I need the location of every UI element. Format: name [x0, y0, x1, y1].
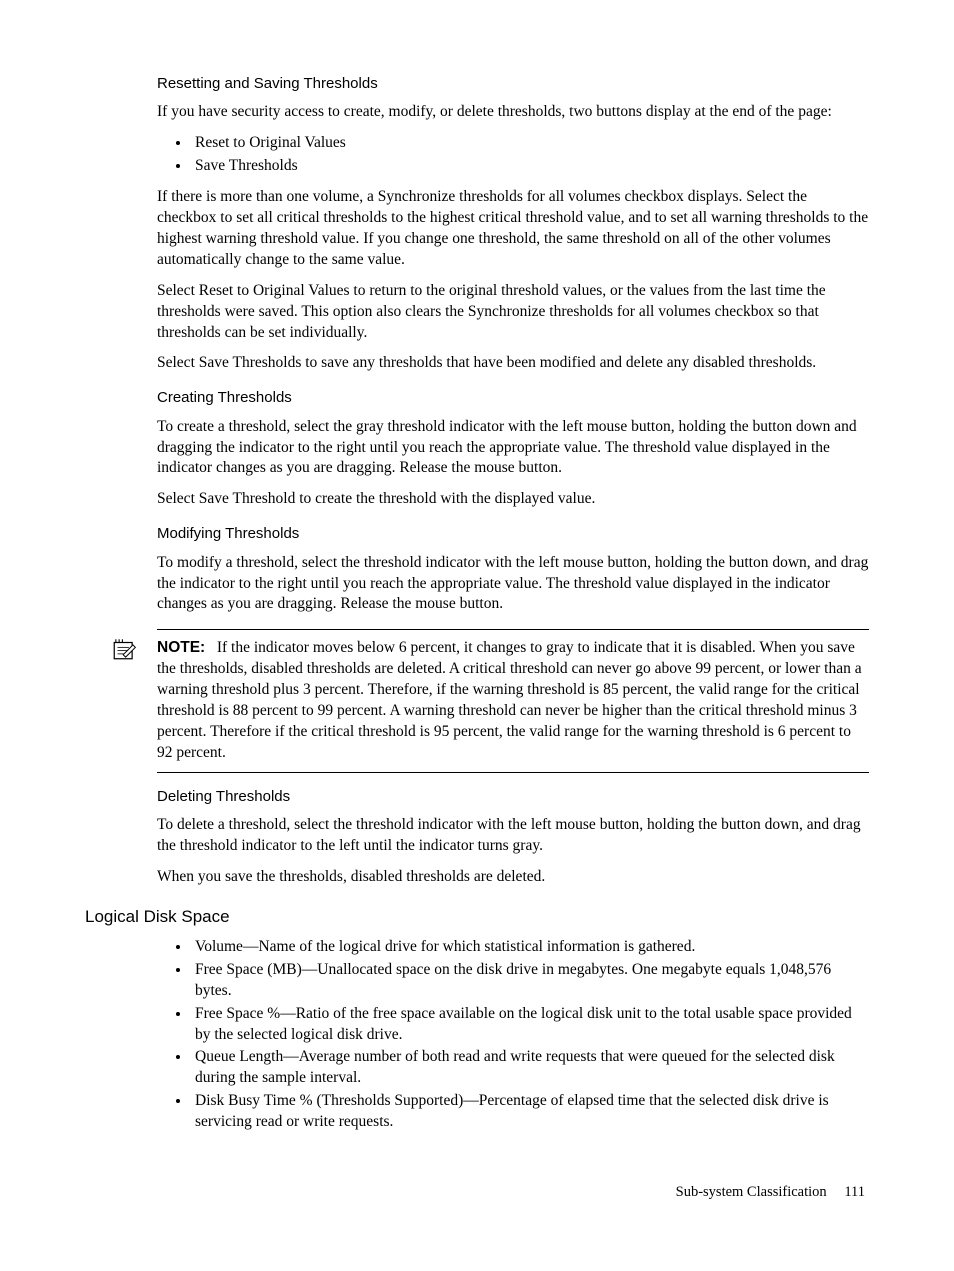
- footer-section: Sub-system Classification: [676, 1184, 827, 1200]
- para: When you save the thresholds, disabled t…: [157, 867, 869, 888]
- para: If there is more than one volume, a Sync…: [157, 187, 869, 271]
- heading-deleting: Deleting Thresholds: [157, 787, 869, 807]
- para: To modify a threshold, select the thresh…: [157, 553, 869, 616]
- list-item: Save Thresholds: [191, 156, 869, 177]
- para: Select Save Thresholds to save any thres…: [157, 353, 869, 374]
- note-body: If the indicator moves below 6 percent, …: [157, 639, 862, 761]
- para: To delete a threshold, select the thresh…: [157, 815, 869, 857]
- note-text: NOTE: If the indicator moves below 6 per…: [157, 638, 869, 764]
- heading-resetting-saving: Resetting and Saving Thresholds: [157, 74, 869, 94]
- list-item: Volume—Name of the logical drive for whi…: [191, 937, 869, 958]
- button-list: Reset to Original Values Save Thresholds: [157, 133, 869, 177]
- disk-space-list: Volume—Name of the logical drive for whi…: [157, 937, 869, 1133]
- note-pencil-icon: [111, 636, 137, 662]
- list-item: Queue Length—Average number of both read…: [191, 1047, 869, 1089]
- para: Select Save Threshold to create the thre…: [157, 489, 869, 510]
- para: To create a threshold, select the gray t…: [157, 417, 869, 480]
- list-item: Reset to Original Values: [191, 133, 869, 154]
- list-item: Free Space %—Ratio of the free space ava…: [191, 1004, 869, 1046]
- note-label: NOTE:: [157, 639, 205, 656]
- heading-modifying: Modifying Thresholds: [157, 524, 869, 544]
- note-block: NOTE: If the indicator moves below 6 per…: [157, 629, 869, 773]
- heading-creating: Creating Thresholds: [157, 388, 869, 408]
- para: If you have security access to create, m…: [157, 102, 869, 123]
- page-number: 111: [844, 1184, 865, 1200]
- heading-logical-disk-space: Logical Disk Space: [85, 906, 869, 929]
- page-footer: Sub-system Classification 111: [85, 1183, 869, 1203]
- list-item: Disk Busy Time % (Thresholds Supported)—…: [191, 1091, 869, 1133]
- para: Select Reset to Original Values to retur…: [157, 281, 869, 344]
- list-item: Free Space (MB)—Unallocated space on the…: [191, 960, 869, 1002]
